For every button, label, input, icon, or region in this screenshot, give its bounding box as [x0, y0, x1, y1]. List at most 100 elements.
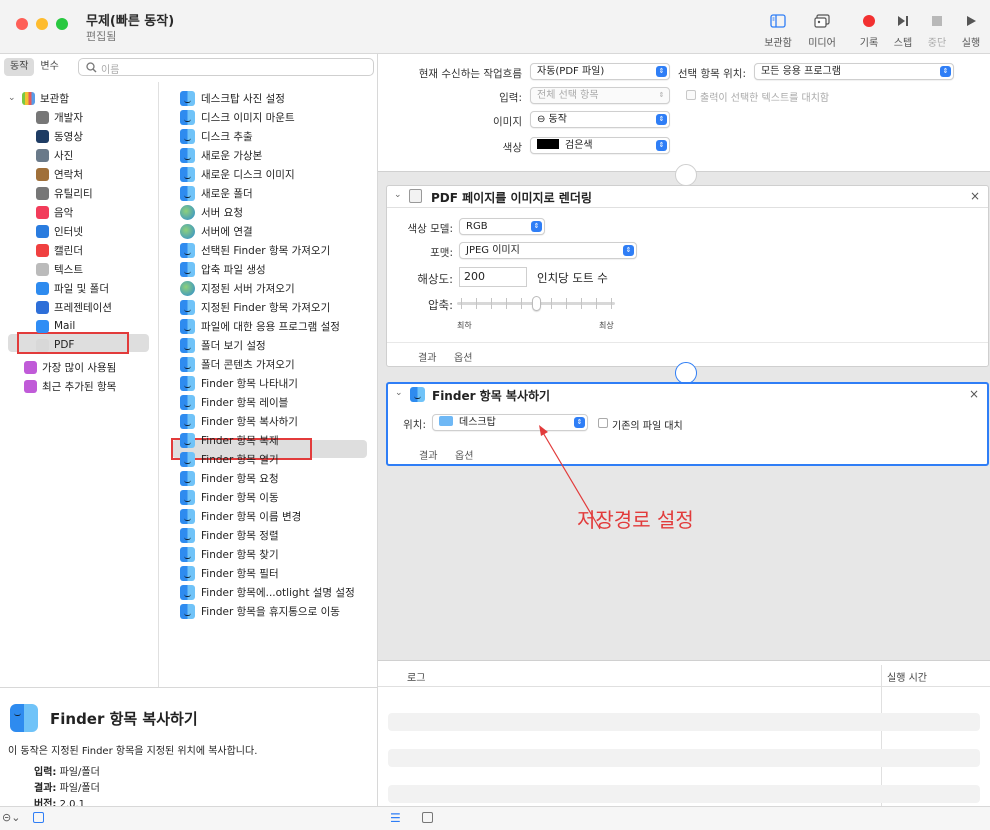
location-value: 데스크탑 — [459, 417, 496, 428]
sidebar-item[interactable]: PDF — [36, 336, 74, 354]
sidebar-item[interactable]: 파일 및 폴더 — [36, 279, 109, 297]
media-toolbar-button[interactable]: 미디어 — [800, 10, 844, 49]
action-item[interactable]: 디스크 이미지 마운트 — [180, 108, 295, 126]
action-item[interactable]: 디스크 추출 — [180, 127, 253, 145]
description-title: Finder 항목 복사하기 — [50, 710, 198, 728]
action-item-label: Finder 항목 이름 변경 — [201, 510, 302, 523]
action-item[interactable]: Finder 항목에...otlight 설명 설정 — [180, 583, 355, 601]
sidebar-item[interactable]: 연락처 — [36, 165, 83, 183]
search-input[interactable]: 이름 — [78, 58, 374, 76]
action-item-label: 데스크탑 사진 설정 — [201, 92, 285, 105]
resolution-label: 해상도: — [417, 272, 453, 286]
finder-icon — [180, 337, 195, 353]
action-item[interactable]: Finder 항목 레이블 — [180, 393, 288, 411]
finder-icon — [180, 261, 195, 277]
action-item[interactable]: 지정된 서버 가져오기 — [180, 279, 295, 297]
action-item[interactable]: 데스크탑 사진 설정 — [180, 89, 285, 107]
action-item[interactable]: Finder 항목 찾기 — [180, 545, 279, 563]
finder-icon — [180, 318, 195, 334]
sidebar-item[interactable]: 개발자 — [36, 108, 83, 126]
sidebar-item[interactable]: 인터넷 — [36, 222, 83, 240]
action-item[interactable]: Finder 항목 나타내기 — [180, 374, 298, 392]
sidebar-item[interactable]: 프레젠테이션 — [36, 298, 112, 316]
tab-variables[interactable]: 변수 — [34, 58, 64, 76]
image-popup[interactable]: ⊖ 동작 ⇕ — [530, 111, 670, 128]
action-item[interactable]: 새로운 가상본 — [180, 146, 262, 164]
sidebar-item[interactable]: 텍스트 — [36, 260, 83, 278]
split-view-icon[interactable] — [422, 812, 433, 823]
action-item[interactable]: 폴더 보기 설정 — [180, 336, 266, 354]
chevron-down-icon[interactable]: ⌄ — [395, 388, 403, 398]
action-item[interactable]: 파일에 대한 응용 프로그램 설정 — [180, 317, 340, 335]
sidebar-item[interactable]: 유틸리티 — [36, 184, 93, 202]
action-item[interactable]: 압축 파일 생성 — [180, 260, 266, 278]
smart-group-item[interactable]: 최근 추가된 항목 — [24, 377, 116, 395]
action-item[interactable]: Finder 항목 열기 — [180, 450, 279, 468]
action-item[interactable]: Finder 항목 필터 — [180, 564, 279, 582]
popup-arrow-icon: ⇕ — [656, 114, 667, 125]
run-toolbar-button[interactable]: 실행 — [949, 10, 990, 49]
run-time-column-header[interactable]: 실행 시간 — [887, 669, 927, 684]
close-icon[interactable]: × — [969, 387, 979, 401]
pdf-render-action-panel: ⌄ PDF 페이지를 이미지로 렌더링 × 색상 모델: RGB ⇕ 포맷: JP… — [386, 185, 989, 367]
copy-action-title: Finder 항목 복사하기 — [432, 389, 551, 403]
action-item[interactable]: 선택된 Finder 항목 가져오기 — [180, 241, 330, 259]
search-placeholder: 이름 — [101, 65, 120, 76]
action-item-label: 서버에 연결 — [201, 225, 253, 238]
tab-actions[interactable]: 동작 — [4, 58, 35, 76]
pdf-results-button[interactable]: 결과 — [418, 349, 436, 364]
description-toggle-icon[interactable] — [33, 812, 44, 823]
compression-label: 압축: — [427, 298, 453, 312]
action-item[interactable]: 폴더 콘텐츠 가져오기 — [180, 355, 295, 373]
log-column-header[interactable]: 로그 — [407, 669, 425, 684]
replace-checkbox[interactable] — [686, 90, 696, 100]
description-pane: Finder 항목 복사하기 이 동작은 지정된 Finder 항목을 지정된 … — [0, 687, 377, 811]
more-options-icon[interactable]: ⊝⌄ — [2, 811, 20, 824]
smart-group-label: 가장 많이 사용됨 — [42, 361, 117, 374]
receives-popup[interactable]: 자동(PDF 파일) ⇕ — [530, 63, 670, 80]
action-item-label: 선택된 Finder 항목 가져오기 — [201, 244, 331, 257]
list-view-icon[interactable]: ☰ — [390, 811, 401, 825]
action-item[interactable]: 지정된 Finder 항목 가져오기 — [180, 298, 330, 316]
pdf-options-button[interactable]: 옵션 — [454, 349, 472, 364]
format-popup[interactable]: JPEG 이미지 ⇕ — [459, 242, 637, 259]
input-popup[interactable]: 전체 선택 항목 ⇕ — [530, 87, 670, 104]
bottom-bar: ⊝⌄ ☰ — [0, 806, 990, 830]
sidebar-item[interactable]: 음악 — [36, 203, 73, 221]
close-icon[interactable]: × — [970, 189, 980, 203]
chevron-down-icon[interactable]: ⌄ — [394, 190, 402, 200]
action-item[interactable]: Finder 항목 복사하기 — [180, 412, 298, 430]
copy-options-button[interactable]: 옵션 — [455, 447, 473, 462]
sidebar-item[interactable]: 캘린더 — [36, 241, 83, 259]
color-popup[interactable]: 검은색 ⇕ — [530, 137, 670, 154]
popup-arrow-icon: ⇕ — [940, 66, 951, 77]
sidebar-item[interactable]: 동영상 — [36, 127, 83, 145]
description-text: 이 동작은 지정된 Finder 항목을 지정된 위치에 복사합니다. — [8, 746, 258, 757]
close-window-button[interactable] — [16, 18, 28, 30]
resolution-input[interactable]: 200 — [459, 267, 527, 287]
minimize-window-button[interactable] — [36, 18, 48, 30]
action-item[interactable]: 서버에 연결 — [180, 222, 253, 240]
sidebar-item[interactable]: Mail — [36, 317, 75, 335]
library-root[interactable]: ⌄ 보관함 — [8, 89, 69, 107]
action-item[interactable]: 서버 요청 — [180, 203, 243, 221]
action-item[interactable]: Finder 항목 정렬 — [180, 526, 279, 544]
library-toolbar-button[interactable]: 보관함 — [756, 10, 800, 49]
color-model-popup[interactable]: RGB ⇕ — [459, 218, 545, 235]
compression-slider[interactable] — [457, 295, 615, 313]
slider-knob[interactable] — [532, 296, 541, 311]
action-item[interactable]: Finder 항목 요청 — [180, 469, 279, 487]
smart-group-item[interactable]: 가장 많이 사용됨 — [24, 358, 116, 376]
record-icon — [863, 15, 875, 27]
in-popup[interactable]: 모든 응용 프로그램 ⇕ — [754, 63, 954, 80]
finder-icon — [180, 432, 195, 448]
action-item[interactable]: 새로운 폴더 — [180, 184, 253, 202]
action-item[interactable]: 새로운 디스크 이미지 — [180, 165, 295, 183]
action-item[interactable]: Finder 항목 복제 — [180, 431, 279, 449]
action-item[interactable]: Finder 항목 이동 — [180, 488, 279, 506]
action-item[interactable]: Finder 항목을 휴지통으로 이동 — [180, 602, 340, 620]
zoom-window-button[interactable] — [56, 18, 68, 30]
sidebar-item[interactable]: 사진 — [36, 146, 73, 164]
action-item[interactable]: Finder 항목 이름 변경 — [180, 507, 301, 525]
copy-results-button[interactable]: 결과 — [419, 447, 437, 462]
